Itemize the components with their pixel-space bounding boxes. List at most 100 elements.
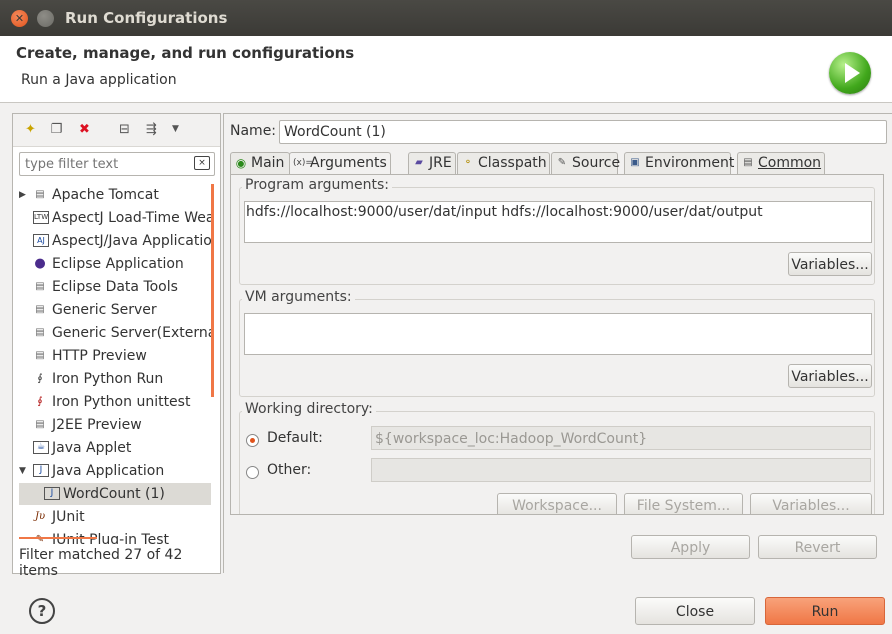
- tree-item-aspectj-java[interactable]: AJ AspectJ/Java Applicatio: [13, 230, 211, 252]
- run-icon: [829, 52, 871, 94]
- java-app-icon: J: [33, 464, 49, 477]
- tree-item-java-applet[interactable]: ☕ Java Applet: [13, 437, 211, 459]
- tree-item-junit[interactable]: Jυ JUnit: [13, 506, 211, 528]
- new-configuration-icon[interactable]: ✦: [23, 122, 38, 137]
- revert-button[interactable]: Revert: [758, 535, 877, 559]
- file-system-button[interactable]: File System...: [624, 493, 743, 514]
- filter-icon[interactable]: ⇶: [144, 122, 159, 137]
- server-icon: ▤: [35, 350, 45, 361]
- window-title: Run Configurations: [65, 9, 228, 27]
- program-arguments-field[interactable]: hdfs://localhost:9000/user/dat/input hdf…: [244, 201, 872, 243]
- banner-subtitle: Run a Java application: [21, 72, 177, 88]
- tree-vertical-scrollbar[interactable]: [211, 184, 214, 397]
- tree-item-eclipse-data-tools[interactable]: ▤ Eclipse Data Tools: [13, 276, 211, 298]
- tree-item-iron-python-unittest[interactable]: ∮ Iron Python unittest: [13, 391, 211, 413]
- other-radio[interactable]: [246, 466, 259, 479]
- java-app-icon: J: [44, 487, 60, 500]
- vm-variables-button[interactable]: Variables...: [788, 364, 872, 388]
- tree-item-label: Apache Tomcat: [52, 187, 159, 203]
- duplicate-icon[interactable]: ❐: [49, 122, 64, 137]
- name-input[interactable]: WordCount (1): [279, 120, 887, 144]
- tab-label: Main: [251, 155, 285, 171]
- program-variables-button[interactable]: Variables...: [788, 252, 872, 276]
- tree-item-label: Eclipse Application: [52, 256, 184, 272]
- tab-main[interactable]: ◉ Main: [230, 152, 290, 174]
- server-icon: ▤: [35, 327, 45, 338]
- default-label: Default:: [267, 430, 323, 446]
- tree-item-http-preview[interactable]: ▤ HTTP Preview: [13, 345, 211, 367]
- view-menu-icon[interactable]: ▼: [168, 122, 183, 137]
- collapse-arrow-icon[interactable]: ▼: [19, 460, 26, 482]
- main-tab-icon: ◉: [235, 156, 247, 170]
- working-directory-label: Working directory:: [242, 401, 376, 417]
- close-button[interactable]: Close: [635, 597, 755, 625]
- apply-button[interactable]: Apply: [631, 535, 750, 559]
- tab-label: Common: [758, 155, 822, 171]
- expand-arrow-icon[interactable]: ▶: [19, 184, 26, 206]
- minimize-window-icon[interactable]: [37, 10, 54, 27]
- server-icon: ▤: [35, 304, 45, 315]
- tree-item-label: Iron Python Run: [52, 371, 164, 387]
- tab-label: Source: [572, 155, 621, 171]
- tree-item-label: AspectJ/Java Applicatio: [52, 233, 211, 249]
- junit-icon: Jυ: [34, 511, 46, 522]
- tree-item-label: Java Application: [52, 463, 165, 479]
- tree-horizontal-scrollbar[interactable]: [19, 537, 97, 539]
- other-directory-field[interactable]: [371, 458, 871, 482]
- workspace-button[interactable]: Workspace...: [497, 493, 617, 514]
- help-icon[interactable]: ?: [29, 598, 55, 624]
- tree-item-generic-server[interactable]: ▤ Generic Server: [13, 299, 211, 321]
- configuration-list-panel: ✦ ❐ ✖ ⊟ ⇶ ▼ × ▶ ▤ Apache Tomcat LTW Aspe…: [12, 113, 221, 579]
- default-directory-field: ${workspace_loc:Hadoop_WordCount}: [371, 426, 871, 450]
- title-bar: ✕ Run Configurations: [0, 0, 892, 36]
- configuration-tree: ▶ ▤ Apache Tomcat LTW AspectJ Load-Time …: [13, 184, 211, 544]
- tab-source[interactable]: ✎ Source: [551, 152, 621, 174]
- tab-arguments[interactable]: (x)= Arguments: [289, 152, 391, 175]
- program-arguments-label: Program arguments:: [242, 177, 392, 193]
- vm-arguments-field[interactable]: [244, 313, 872, 355]
- default-radio[interactable]: [246, 434, 259, 447]
- classpath-tab-icon: ⚬: [463, 157, 473, 168]
- tab-label: Environment: [645, 155, 735, 171]
- ltw-icon: LTW: [33, 211, 49, 224]
- tree-item-label: Generic Server(External: [52, 325, 211, 341]
- filter-field[interactable]: ×: [19, 152, 215, 176]
- tab-jre[interactable]: ▰ JRE: [408, 152, 456, 174]
- tree-item-wordcount[interactable]: J WordCount (1): [19, 483, 211, 505]
- name-label: Name:: [230, 123, 277, 139]
- clear-filter-icon[interactable]: ×: [194, 156, 210, 170]
- jre-tab-icon: ▰: [415, 157, 423, 168]
- tab-environment[interactable]: ▣ Environment: [624, 152, 735, 174]
- tree-item-apache-tomcat[interactable]: ▶ ▤ Apache Tomcat: [13, 184, 211, 206]
- arguments-tab-content: Program arguments: hdfs://localhost:9000…: [230, 174, 884, 515]
- close-window-icon[interactable]: ✕: [11, 10, 28, 27]
- aj-icon: AJ: [33, 234, 49, 247]
- filter-input[interactable]: [23, 153, 187, 175]
- tree-item-java-application[interactable]: ▼ J Java Application: [13, 460, 211, 482]
- vm-arguments-group: VM arguments: Variables...: [239, 289, 875, 397]
- tree-item-label: WordCount (1): [63, 486, 165, 502]
- tree-item-eclipse-application[interactable]: ● Eclipse Application: [13, 253, 211, 275]
- delete-icon[interactable]: ✖: [77, 122, 92, 137]
- python-test-icon: ∮: [37, 396, 43, 407]
- run-button[interactable]: Run: [765, 597, 885, 625]
- tree-item-aspectj-ltw[interactable]: LTW AspectJ Load-Time Wea: [13, 207, 211, 229]
- common-tab-icon: ▤: [743, 157, 753, 168]
- config-tabs: ◉ Main (x)= Arguments ▰ JRE ⚬ Classpath …: [230, 152, 882, 175]
- python-icon: ∮: [37, 373, 43, 384]
- arguments-tab-icon: (x)=: [293, 158, 313, 168]
- tab-classpath[interactable]: ⚬ Classpath: [457, 152, 550, 174]
- collapse-all-icon[interactable]: ⊟: [117, 122, 132, 137]
- source-tab-icon: ✎: [557, 157, 567, 168]
- tomcat-icon: ▤: [35, 189, 45, 200]
- vm-arguments-label: VM arguments:: [242, 289, 355, 305]
- tree-item-j2ee-preview[interactable]: ▤ J2EE Preview: [13, 414, 211, 436]
- working-dir-variables-button[interactable]: Variables...: [750, 493, 872, 514]
- tab-common[interactable]: ▤ Common: [737, 152, 825, 174]
- tree-item-label: Generic Server: [52, 302, 157, 318]
- tree-item-iron-python-run[interactable]: ∮ Iron Python Run: [13, 368, 211, 390]
- tree-item-generic-server-external[interactable]: ▤ Generic Server(External: [13, 322, 211, 344]
- configuration-editor: Name: WordCount (1) ◉ Main (x)= Argument…: [223, 113, 892, 573]
- eclipse-icon: ●: [34, 256, 46, 271]
- applet-icon: ☕: [33, 441, 49, 454]
